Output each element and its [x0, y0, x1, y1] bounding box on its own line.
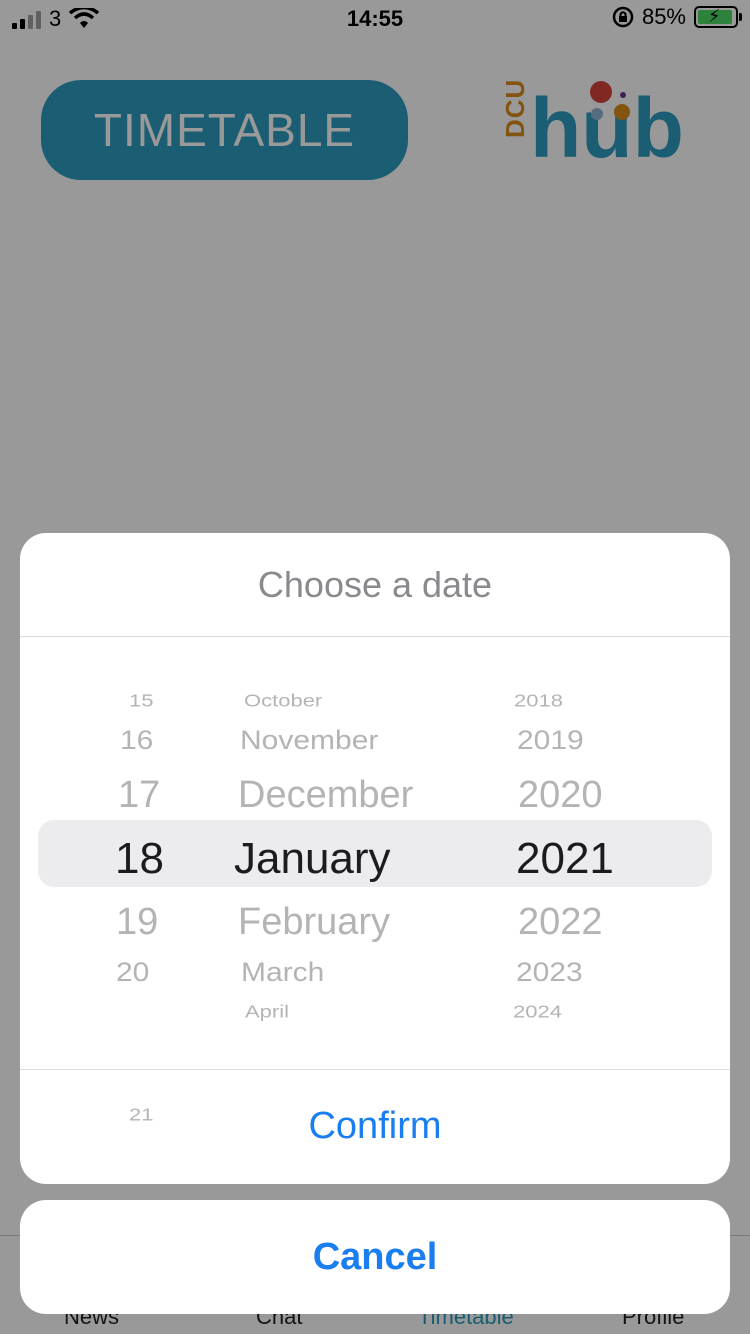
- year-option-selected[interactable]: 2021: [516, 837, 614, 881]
- year-option[interactable]: 2018: [514, 692, 563, 710]
- day-option[interactable]: 19: [116, 903, 158, 941]
- year-option[interactable]: 2024: [513, 1003, 562, 1021]
- day-option[interactable]: 21: [129, 1106, 153, 1124]
- confirm-button[interactable]: Confirm: [20, 1070, 730, 1183]
- date-picker-wheels[interactable]: 15 16 17 18 19 20 21 October November De…: [20, 637, 730, 1123]
- day-option[interactable]: 16: [120, 727, 153, 755]
- cancel-button[interactable]: Cancel: [20, 1200, 730, 1314]
- day-option[interactable]: 17: [118, 776, 160, 814]
- month-option[interactable]: February: [238, 903, 390, 941]
- month-option[interactable]: April: [245, 1003, 289, 1021]
- day-option[interactable]: 20: [116, 959, 149, 987]
- year-option[interactable]: 2022: [518, 903, 603, 941]
- month-option-selected[interactable]: January: [234, 837, 391, 881]
- year-option[interactable]: 2020: [518, 776, 603, 814]
- day-option[interactable]: 15: [129, 692, 153, 710]
- month-option[interactable]: October: [244, 692, 322, 710]
- month-option[interactable]: December: [238, 776, 413, 814]
- month-option[interactable]: March: [241, 959, 324, 987]
- year-option[interactable]: 2023: [516, 959, 583, 987]
- date-picker-title: Choose a date: [20, 533, 730, 637]
- year-option[interactable]: 2019: [517, 727, 584, 755]
- date-picker-sheet: Choose a date 15 16 17 18 19 20 21 Octob…: [20, 533, 730, 1184]
- month-option[interactable]: November: [240, 727, 378, 755]
- day-option-selected[interactable]: 18: [115, 837, 164, 881]
